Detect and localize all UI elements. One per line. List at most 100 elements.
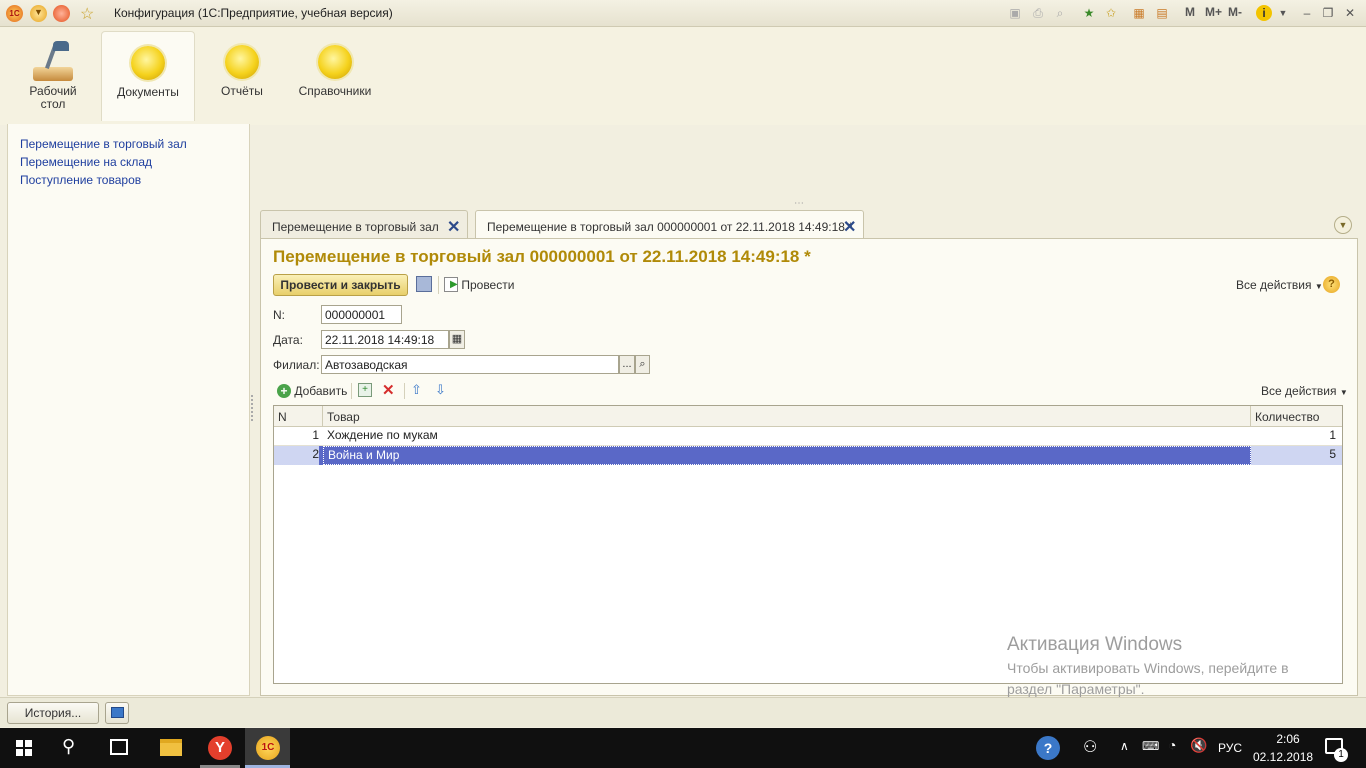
preview-icon[interactable]: ⌕ [1052,5,1068,21]
bookmark-icon[interactable]: ✩ [1103,5,1119,21]
app-logo-icon[interactable]: 1C [6,5,23,22]
section-catalogs[interactable]: Справочники [288,31,382,121]
watermark-line1: Чтобы активировать Windows, перейдите в [1007,660,1289,676]
stop-icon[interactable] [53,5,70,22]
clock-date[interactable]: 02.12.2018 [1253,750,1313,764]
minimize-icon[interactable]: – [1299,5,1315,21]
post-icon: ▶ [444,277,458,293]
desktop-lamp-icon [31,41,75,81]
favorites-star-icon[interactable]: ☆ [80,4,94,24]
branch-label: Филиал: [273,358,320,372]
tab-strip: Перемещение в торговый зал ✕ Перемещение… [260,200,1358,241]
volume-muted-icon[interactable]: 🔇 [1190,737,1207,754]
window-title: Конфигурация (1С:Предприятие, учебная ве… [114,6,393,20]
memory-mminus-button[interactable]: M- [1228,5,1242,19]
calendar-icon[interactable]: ▤ [1154,5,1170,21]
copy-row-icon[interactable]: + [358,383,372,397]
section-label: Отчёты [221,84,263,98]
add-favorite-icon[interactable]: ★ [1081,5,1097,21]
tab-list[interactable]: Перемещение в торговый зал ✕ [260,210,468,240]
tab-label: Перемещение в торговый зал [272,220,439,234]
nav-link-receipt[interactable]: Поступление товаров [20,173,141,187]
all-actions-label: Все действия [1261,384,1337,398]
table-row-selected[interactable]: 2 Война и Мир 5 [274,446,1342,465]
cell-item: Война и Мир [323,446,1251,465]
yandex-browser-icon[interactable]: Y [208,736,232,760]
save-icon[interactable]: ▣ [1007,5,1023,21]
calendar-picker-icon[interactable]: ▦ [449,330,465,349]
language-indicator[interactable]: РУС [1218,741,1242,755]
history-button[interactable]: История... [7,702,99,724]
date-field[interactable]: 22.11.2018 14:49:18 [321,330,449,349]
column-header-n[interactable]: N [274,406,323,427]
section-reports[interactable]: Отчёты [195,31,289,121]
info-icon[interactable]: i [1256,5,1272,21]
navigation-panel: Перемещение в торговый зал Перемещение н… [7,124,250,696]
move-down-icon[interactable]: ⇩ [435,382,446,398]
search-icon[interactable]: ⚲ [62,736,75,757]
title-bar: 1C ▼ ☆ Конфигурация (1С:Предприятие, уче… [0,0,1366,27]
add-row-button[interactable]: + Добавить [277,383,347,398]
splitter-handle-vertical[interactable] [251,395,257,421]
branch-field[interactable]: Автозаводская [321,355,619,374]
task-view-icon[interactable] [110,739,128,755]
windows-list-icon[interactable] [105,702,129,724]
restore-icon[interactable]: ❐ [1320,5,1336,21]
section-documents[interactable]: Документы [101,31,195,121]
date-label: Дата: [273,333,303,347]
windows-activation-watermark: Активация Windows Чтобы активировать Win… [1007,634,1289,700]
table-row[interactable]: 1 Хождение по мукам 1 [274,427,1342,446]
people-icon[interactable]: ⚇ [1083,737,1097,757]
tab-document[interactable]: Перемещение в торговый зал 000000001 от … [475,210,864,241]
help-icon[interactable]: ? [1323,276,1340,293]
windows-taskbar: ⚲ Y 1C ? ⚇ ∧ ⌨ ◔ 🔇 РУС 2:06 02.12.2018 1 [0,728,1366,768]
section-desktop[interactable]: Рабочий стол [6,31,100,121]
number-field[interactable]: 000000001 [321,305,402,324]
save-doc-icon[interactable] [416,276,432,292]
post-button[interactable]: ▶ Провести [444,277,514,293]
table-all-actions-menu[interactable]: Все действия ▼ [1261,384,1348,398]
info-dropdown-icon[interactable]: ▼ [1275,5,1291,21]
move-up-icon[interactable]: ⇧ [411,382,422,398]
column-header-qty[interactable]: Количество [1251,406,1342,427]
windows-start-icon[interactable] [16,740,32,756]
section-label: Рабочий стол [29,84,77,111]
tray-chevron-icon[interactable]: ∧ [1120,739,1129,753]
search-icon[interactable]: ⌕ [635,355,650,374]
toolbar-separator [351,383,352,399]
tab-label: Перемещение в торговый зал 000000001 от … [487,220,853,234]
column-header-item[interactable]: Товар [323,406,1251,427]
nav-link-transfer-hall[interactable]: Перемещение в торговый зал [20,137,187,151]
document-title: Перемещение в торговый зал 000000001 от … [273,247,811,266]
memory-mplus-button[interactable]: M+ [1205,5,1222,19]
cell-item: Хождение по мукам [327,428,438,442]
close-tab-icon[interactable]: ✕ [843,217,856,237]
keyboard-icon[interactable]: ⌨ [1142,739,1159,753]
nav-link-transfer-warehouse[interactable]: Перемещение на склад [20,155,152,169]
calculator-icon[interactable]: ▦ [1131,5,1147,21]
watermark-title: Активация Windows [1007,634,1183,655]
network-icon[interactable]: ◔ [1168,737,1176,753]
delete-row-icon[interactable]: ✕ [382,381,395,399]
document-form: Перемещение в торговый зал 000000001 от … [260,238,1358,696]
choose-button[interactable]: ... [619,355,635,374]
clock-time[interactable]: 2:06 [1268,732,1308,746]
cell-qty: 1 [1329,428,1336,442]
sections-panel: Рабочий стол Документы Отчёты Справочник… [0,27,1366,125]
print-icon[interactable]: ⎙ [1030,5,1046,21]
tabs-dropdown-icon[interactable]: ▼ [1334,216,1352,234]
1c-app-icon: 1C [256,736,280,760]
help-tray-icon[interactable]: ? [1036,736,1060,760]
file-explorer-icon[interactable] [160,739,182,756]
all-actions-label: Все действия [1236,278,1312,292]
menu-dropdown-icon[interactable]: ▼ [30,5,47,22]
number-label: N: [273,308,285,322]
post-and-close-button[interactable]: Провести и закрыть [273,274,408,296]
taskbar-1c-app[interactable]: 1C [245,728,290,768]
close-tab-icon[interactable]: ✕ [447,217,460,237]
status-bar: История... [0,697,1366,727]
memory-m-button[interactable]: M [1185,5,1195,19]
close-window-icon[interactable]: ✕ [1342,5,1358,21]
cell-qty: 5 [1251,446,1342,465]
all-actions-menu[interactable]: Все действия ▼ [1236,278,1323,292]
